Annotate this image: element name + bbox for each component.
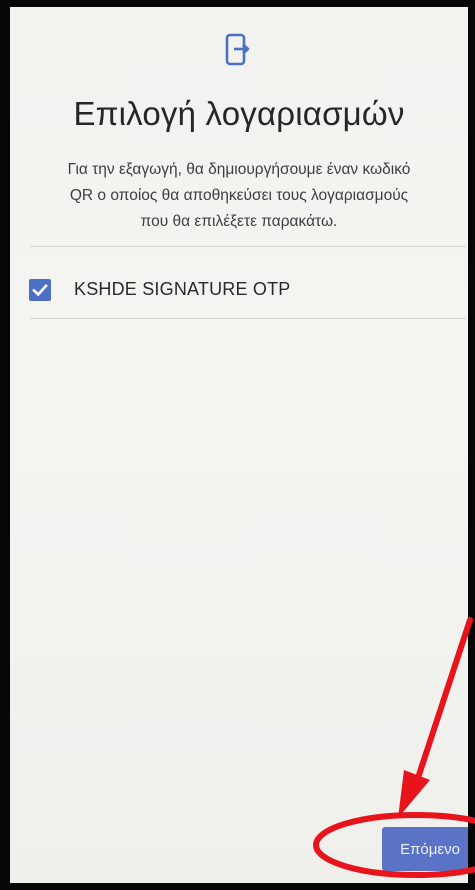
page-title: Επιλογή λογαριασμών [73, 95, 405, 132]
checkmark-icon [32, 283, 48, 297]
description-line: που θα επιλέξετε παρακάτω. [140, 213, 338, 230]
description-line: QR ο οποίος θα αποθηκεύσει τους λογαριασ… [69, 187, 409, 204]
app-screen: Επιλογή λογαριασμών Για την εξαγωγή, θα … [10, 7, 468, 883]
description-line: Για την εξαγωγή, θα δημιουργήσουμε έναν … [67, 161, 411, 178]
export-description: Για την εξαγωγή, θα δημιουργήσουμε έναν … [10, 157, 468, 235]
photo-frame: Επιλογή λογαριασμών Για την εξαγωγή, θα … [0, 0, 475, 890]
export-icon [225, 33, 250, 66]
account-label: KSHDE SIGNATURE OTP [74, 279, 291, 299]
account-item[interactable]: KSHDE SIGNATURE OTP [10, 269, 468, 307]
account-checkbox[interactable] [29, 279, 51, 301]
next-button[interactable]: Επόμενο [382, 827, 468, 871]
divider [30, 246, 466, 247]
divider [30, 318, 466, 319]
